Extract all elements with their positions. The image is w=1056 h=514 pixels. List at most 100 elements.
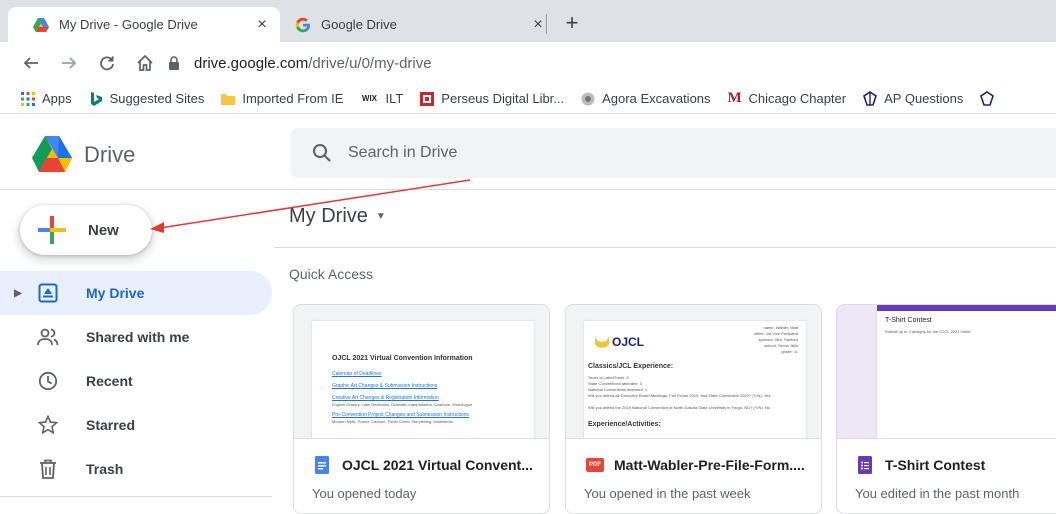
sidebar-item-label: My Drive <box>86 285 145 301</box>
sidebar-item-shared-with-me[interactable]: Shared with me <box>0 315 272 359</box>
bookmark-label: Chicago Chapter <box>748 91 847 106</box>
page-title-text: My Drive <box>289 205 368 227</box>
reload-icon <box>100 56 114 71</box>
preview-heading: OJCL 2021 Virtual Convention Information <box>332 355 473 362</box>
preview-link: Graphic Art Changes & Submission Instruc… <box>332 383 438 389</box>
pdf-icon: PDF <box>586 458 604 472</box>
preview-info: school: Sexon Hills <box>764 343 798 348</box>
sidebar-item-label: Starred <box>86 417 136 433</box>
sidebar-item-recent[interactable]: Recent <box>0 359 272 403</box>
bookmarks-bar: Apps Suggested Sites Imported From IE WI… <box>0 84 1056 114</box>
app-name: Drive <box>84 142 136 167</box>
bookmark-suggested-sites[interactable]: Suggested Sites <box>88 91 204 107</box>
new-tab-button[interactable]: + <box>558 10 586 36</box>
lock-icon <box>168 56 184 70</box>
back-button[interactable] <box>16 48 46 78</box>
file-activity: You opened today <box>312 486 417 501</box>
drive-logo-icon[interactable] <box>32 136 72 172</box>
bookmark-chicago-chapter[interactable]: M Chicago Chapter <box>727 90 847 107</box>
bookmark-apps[interactable]: Apps <box>20 91 72 107</box>
home-button[interactable] <box>130 48 160 78</box>
annotation-arrow-head <box>150 222 164 233</box>
new-button[interactable]: New <box>20 205 152 255</box>
drive-favicon-icon <box>32 16 50 34</box>
file-name: OJCL 2021 Virtual Convent... <box>342 457 533 473</box>
bookmark-label: Perseus Digital Libr... <box>441 91 565 106</box>
bookmark-label: Imported From IE <box>242 91 344 106</box>
home-icon <box>137 54 153 71</box>
apps-grid-icon <box>20 91 36 107</box>
tab-separator <box>546 14 547 34</box>
tab-google-drive[interactable]: Google Drive × <box>284 7 556 42</box>
preview-line: Years of Latin/Greek: 5 <box>588 375 629 380</box>
clock-icon <box>36 369 60 393</box>
preview-line: Will you attend the 2019 National Conven… <box>588 405 771 410</box>
sidebar-divider <box>0 496 272 497</box>
url-path: /drive/u/0/my-drive <box>308 54 432 72</box>
form-preview: T-Shirt Contest Submit up to 3 designs f… <box>877 311 1056 438</box>
preview-text: Modern Myth, Poster, Cartoon, Panel Comi… <box>332 419 453 424</box>
tab-close-icon[interactable]: × <box>250 16 274 34</box>
bookmark-imported-from-ie[interactable]: Imported From IE <box>220 91 343 107</box>
ojcl-logo-text: OJCL <box>612 335 645 349</box>
preview-info: name: Wabler, Matt <box>763 325 798 330</box>
expand-caret-icon[interactable]: ▶ <box>0 288 22 299</box>
search-placeholder: Search in Drive <box>348 144 458 161</box>
preview-line: Will you attend all Executive Board Meet… <box>588 393 771 398</box>
sidebar-item-starred[interactable]: Starred <box>0 403 272 447</box>
google-docs-icon <box>314 456 330 474</box>
sidebar-item-my-drive[interactable]: ▶ My Drive <box>0 271 272 315</box>
preview-link: Calendar of Deadlines <box>332 371 382 377</box>
bookmark-agora[interactable]: Agora Excavations <box>580 91 711 107</box>
bookmark-label: AP Questions <box>884 91 964 106</box>
preview-link: Pre-Convention Project Changes and Submi… <box>332 412 470 418</box>
forward-button[interactable] <box>54 48 84 78</box>
bookmark-label: Agora Excavations <box>602 91 711 106</box>
new-button-label: New <box>88 221 119 239</box>
search-icon[interactable] <box>312 143 332 163</box>
preview-heading: Experience/Activities: <box>588 421 661 428</box>
ap-icon <box>862 90 878 107</box>
bookmark-label: ILT <box>385 91 404 106</box>
ap-icon <box>979 90 995 107</box>
bookmark-ilt[interactable]: WIX ILT <box>359 91 403 107</box>
preview-info: grade: 11 <box>781 349 798 354</box>
search-input[interactable]: Search in Drive <box>290 128 1056 178</box>
preview-heading: Classics/JCL Experience: <box>588 363 674 370</box>
file-thumbnail: OJCL 2021 Virtual Convention Information… <box>294 305 549 439</box>
tab-title: Google Drive <box>321 17 397 32</box>
file-name: Matt-Wabler-Pre-File-Form.... <box>614 457 805 473</box>
preview-line: State Conventions attended: 3 <box>588 381 642 386</box>
file-card[interactable]: T-Shirt Contest Submit up to 3 designs f… <box>836 304 1056 514</box>
bookmark-perseus[interactable]: Perseus Digital Libr... <box>419 91 564 107</box>
ojcl-logo: OJCL <box>594 335 644 349</box>
bookmark-ap-questions[interactable]: AP Questions <box>862 90 964 107</box>
header-divider <box>0 189 1056 190</box>
ojcl-emblem-icon <box>595 336 609 348</box>
file-card[interactable]: OJCL 2021 Virtual Convention Information… <box>293 304 550 514</box>
perseus-icon <box>419 91 435 107</box>
bookmark-overflow[interactable] <box>979 90 1001 107</box>
google-favicon-icon <box>294 16 312 34</box>
reload-button[interactable] <box>92 48 122 78</box>
sidebar-item-label: Recent <box>86 373 133 389</box>
sidebar-item-label: Shared with me <box>86 329 190 345</box>
document-preview: OJCL 2021 Virtual Convention Information… <box>312 321 534 438</box>
pdf-preview: OJCL name: Wabler, Matt office: 1st Vice… <box>584 321 806 438</box>
preview-text: English Oratory, Latin Recitation, Drama… <box>332 402 473 407</box>
browser-toolbar: drive.google.com/drive/u/0/my-drive <box>0 42 1056 84</box>
tab-my-drive[interactable]: My Drive - Google Drive × <box>8 7 280 42</box>
file-activity: You opened in the past week <box>584 486 751 501</box>
file-card[interactable]: OJCL name: Wabler, Matt office: 1st Vice… <box>565 304 822 514</box>
chicago-m-icon: M <box>727 90 742 106</box>
preview-line: National Conventions attended: 1 <box>588 387 648 392</box>
title-divider <box>274 247 1056 248</box>
page-title[interactable]: My Drive ▼ <box>289 205 386 228</box>
file-thumbnail: OJCL name: Wabler, Matt office: 1st Vice… <box>566 305 821 439</box>
address-bar[interactable]: drive.google.com/drive/u/0/my-drive <box>168 49 1056 77</box>
preview-info: sponsor: Mrs. Sanford <box>758 337 798 342</box>
sidebar-item-trash[interactable]: Trash <box>0 447 272 491</box>
quick-access-heading: Quick Access <box>289 266 374 282</box>
star-icon <box>36 413 60 437</box>
tab-title: My Drive - Google Drive <box>59 17 198 32</box>
